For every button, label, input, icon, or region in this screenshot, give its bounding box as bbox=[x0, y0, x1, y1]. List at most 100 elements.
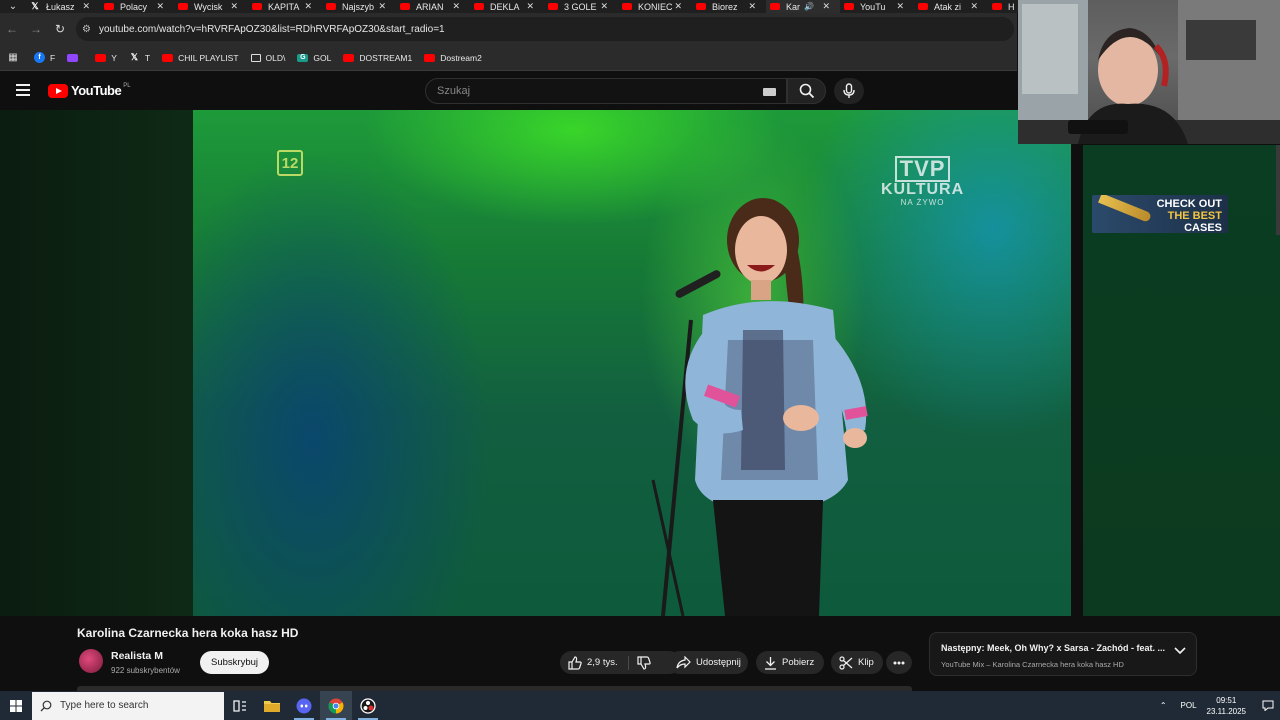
close-icon[interactable]: ✕ bbox=[600, 1, 608, 12]
dislike-button[interactable] bbox=[637, 655, 651, 670]
close-icon[interactable]: ✕ bbox=[304, 1, 312, 12]
menu-icon[interactable] bbox=[16, 84, 30, 96]
download-button[interactable]: Pobierz bbox=[756, 651, 824, 674]
video-frame[interactable]: 12 TVP KULTURA NA ŻYWO bbox=[193, 110, 1071, 616]
promo-line-1: CHECK OUT bbox=[1156, 198, 1222, 210]
url-input[interactable]: ⚙ youtube.com/watch?v=hRVRFApOZ30&list=R… bbox=[76, 17, 1014, 41]
task-view-button[interactable] bbox=[224, 691, 256, 720]
youtube-icon bbox=[844, 3, 854, 10]
like-divider bbox=[627, 655, 629, 670]
clip-label: Klip bbox=[858, 657, 874, 668]
close-icon[interactable]: ✕ bbox=[526, 1, 534, 12]
browser-tab[interactable]: DEKLA ✕ bbox=[470, 0, 544, 13]
chrome-button[interactable] bbox=[320, 691, 352, 720]
close-icon[interactable]: ✕ bbox=[82, 1, 90, 12]
chevron-down-icon[interactable] bbox=[1174, 647, 1186, 655]
back-icon[interactable]: ← bbox=[0, 17, 24, 41]
broadcaster-live: NA ŻYWO bbox=[900, 198, 945, 207]
browser-tab[interactable]: 3 GOLE ✕ bbox=[544, 0, 618, 13]
search-button[interactable] bbox=[787, 78, 826, 104]
browser-tab[interactable]: KONIEC ✕ bbox=[618, 0, 692, 13]
clock[interactable]: 09:51 23.11.2025 bbox=[1207, 695, 1246, 717]
close-icon[interactable]: ✕ bbox=[674, 1, 682, 12]
start-button[interactable] bbox=[0, 691, 32, 720]
clip-button[interactable]: Klip bbox=[831, 651, 883, 674]
tvp-mark: TVP bbox=[894, 156, 951, 182]
download-label: Pobierz bbox=[782, 657, 815, 668]
g-icon: G bbox=[297, 53, 309, 62]
more-actions-button[interactable] bbox=[886, 651, 912, 674]
discord-button[interactable] bbox=[288, 691, 320, 720]
tray-expand-icon[interactable]: ⌃ bbox=[1160, 701, 1167, 710]
up-next-card[interactable]: Następny: Meek, Oh Why? x Sarsa - Zachód… bbox=[929, 632, 1197, 676]
task-view-icon bbox=[233, 699, 246, 712]
close-icon[interactable]: ✕ bbox=[452, 1, 460, 12]
bookmark-item[interactable]: Y bbox=[95, 53, 117, 63]
browser-tab[interactable]: KAPITA ✕ bbox=[248, 0, 322, 13]
language-indicator[interactable]: POL bbox=[1181, 701, 1197, 710]
taskbar-search-placeholder: Type here to search bbox=[60, 700, 149, 711]
speaker-icon[interactable]: 🔊 bbox=[804, 2, 814, 11]
tab-search-icon[interactable]: ⌄ bbox=[0, 0, 26, 13]
download-icon bbox=[765, 656, 776, 670]
browser-tab[interactable]: Wycisk ✕ bbox=[174, 0, 248, 13]
youtube-logo[interactable]: YouTube PL bbox=[48, 83, 131, 98]
browser-tab[interactable]: Polacy ✕ bbox=[100, 0, 174, 13]
share-button[interactable]: Udostępnij bbox=[668, 651, 748, 674]
youtube-icon bbox=[622, 3, 632, 10]
clock-time: 09:51 bbox=[1216, 695, 1237, 705]
bookmark-item[interactable]: fF bbox=[34, 52, 55, 63]
close-icon[interactable]: ✕ bbox=[156, 1, 164, 12]
obs-button[interactable] bbox=[352, 691, 384, 720]
browser-tab[interactable]: Kar 🔊 ✕ bbox=[766, 0, 840, 13]
tab-label: YouTu bbox=[860, 1, 886, 12]
bookmark-item[interactable]: CHIL PLAYLIST bbox=[162, 53, 239, 63]
bookmark-label: Y bbox=[111, 52, 117, 63]
site-info-icon[interactable]: ⚙ bbox=[82, 24, 91, 35]
promo-line-2: THE BEST bbox=[1167, 210, 1222, 222]
browser-tab[interactable]: ARIAN ✕ bbox=[396, 0, 470, 13]
notifications-icon[interactable] bbox=[1256, 700, 1280, 711]
video-player[interactable]: 12 TVP KULTURA NA ŻYWO bbox=[0, 110, 1071, 616]
bookmark-item[interactable] bbox=[67, 53, 83, 62]
forward-icon[interactable]: → bbox=[24, 17, 48, 41]
search-input[interactable]: Szukaj bbox=[425, 78, 787, 104]
youtube-wordmark: YouTube bbox=[71, 83, 122, 98]
bookmark-item[interactable]: Dostream2 bbox=[424, 53, 482, 63]
tab-label: Łukasz bbox=[46, 1, 75, 12]
channel-avatar[interactable] bbox=[79, 649, 103, 673]
file-explorer-button[interactable] bbox=[256, 691, 288, 720]
close-icon[interactable]: ✕ bbox=[748, 1, 756, 12]
sidebar-scrollbar[interactable] bbox=[1276, 145, 1280, 235]
youtube-icon bbox=[770, 3, 780, 10]
subscribe-button[interactable]: Subskrybuj bbox=[200, 651, 269, 674]
bookmark-item[interactable]: 𝕏T bbox=[129, 52, 150, 63]
browser-tab[interactable]: Najszyb ✕ bbox=[322, 0, 396, 13]
channel-name[interactable]: Realista M bbox=[111, 650, 163, 662]
close-icon[interactable]: ✕ bbox=[822, 1, 830, 12]
tab-label: Najszyb bbox=[342, 1, 375, 12]
voice-search-button[interactable] bbox=[834, 78, 864, 104]
bookmark-item[interactable]: G GOL bbox=[297, 53, 331, 63]
browser-tab[interactable]: 𝕏 Łukasz ✕ bbox=[26, 0, 100, 13]
bookmark-item[interactable]: OLD\ bbox=[250, 53, 285, 63]
country-code: PL bbox=[123, 82, 131, 89]
keyboard-icon[interactable] bbox=[763, 88, 776, 96]
close-icon[interactable]: ✕ bbox=[230, 1, 238, 12]
bookmark-item[interactable]: DOSTREAM1 bbox=[343, 53, 412, 63]
webcam-overlay bbox=[1018, 0, 1280, 144]
microphone-icon bbox=[843, 83, 855, 98]
search-icon bbox=[799, 83, 814, 99]
reload-icon[interactable]: ↻ bbox=[48, 17, 72, 41]
like-button[interactable]: 2,9 tys. bbox=[568, 655, 618, 670]
browser-tab[interactable]: Biorez ✕ bbox=[692, 0, 766, 13]
close-icon[interactable]: ✕ bbox=[378, 1, 386, 12]
apps-grid-icon[interactable]: ▦ bbox=[6, 51, 20, 65]
close-icon[interactable]: ✕ bbox=[896, 1, 904, 12]
browser-tab[interactable]: Atak zi ✕ bbox=[914, 0, 988, 13]
promo-text: CHECK OUT THE BEST CASES bbox=[1157, 198, 1222, 233]
browser-tab[interactable]: YouTu ✕ bbox=[840, 0, 914, 13]
promo-banner[interactable]: CHECK OUT THE BEST CASES bbox=[1092, 195, 1228, 233]
close-icon[interactable]: ✕ bbox=[970, 1, 978, 12]
taskbar-search-input[interactable]: Type here to search bbox=[32, 691, 224, 720]
